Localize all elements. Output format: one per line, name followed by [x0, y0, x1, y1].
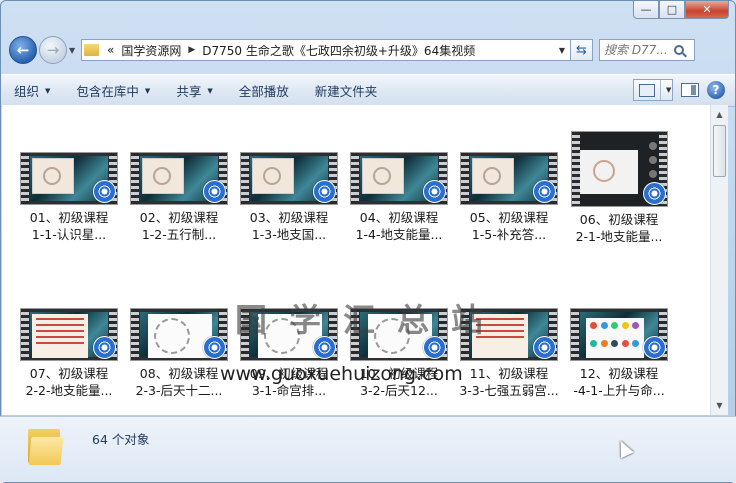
item-count: 64 个对象	[92, 432, 150, 447]
search-box[interactable]	[599, 39, 695, 61]
search-icon[interactable]	[674, 45, 684, 55]
media-player-icon	[203, 180, 226, 203]
address-bar[interactable]: « 国学资源网 ▶ D7750 生命之歌《七政四余初级+升级》64集视频 ▼	[81, 39, 571, 61]
recent-pages-dropdown-icon[interactable]: ▼	[69, 46, 79, 55]
media-player-icon	[643, 336, 666, 359]
file-name: 11、初级课程 3-3-七强五弱宫...	[459, 366, 559, 398]
share-label: 共享	[176, 84, 202, 99]
chevron-right-icon[interactable]: ▶	[188, 45, 195, 55]
maximize-button[interactable]: □	[659, 1, 685, 19]
file-item[interactable]: 12、初级课程 -4-1-上升与命...	[566, 308, 672, 399]
video-thumbnail	[130, 308, 228, 361]
file-name: 07、初级课程 2-2-地支能量...	[25, 366, 113, 398]
file-list: 01、初级课程 1-1-认识星... 02、初级课程 1-2-五行制... 03、初…	[2, 105, 710, 415]
scroll-down-icon[interactable]: ▼	[713, 399, 726, 412]
folder-icon	[84, 44, 99, 56]
chevron-down-icon: ▼	[144, 86, 151, 95]
organize-menu[interactable]: 组织 ▼	[1, 75, 63, 106]
file-item[interactable]: 01、初级课程 1-1-认识星...	[16, 152, 122, 243]
video-thumbnail	[20, 308, 118, 361]
media-player-icon	[93, 336, 116, 359]
file-name: 02、初级课程 1-2-五行制...	[139, 210, 219, 242]
file-item[interactable]: 07、初级课程 2-2-地支能量...	[16, 308, 122, 399]
file-name: 08、初级课程 2-3-后天十二...	[135, 366, 223, 398]
file-item[interactable]: 05、初级课程 1-5-补充答...	[456, 152, 562, 243]
new-folder-button[interactable]: 新建文件夹	[302, 75, 391, 106]
video-thumbnail	[130, 152, 228, 205]
file-name: 12、初级课程 -4-1-上升与命...	[573, 366, 665, 398]
change-view-button[interactable]: ▼	[633, 79, 673, 101]
preview-pane-icon[interactable]	[681, 83, 699, 97]
forward-button[interactable]: →	[39, 36, 67, 64]
scrollbar-thumb[interactable]	[713, 125, 726, 177]
play-all-label: 全部播放	[238, 84, 289, 99]
file-item[interactable]: 03、初级课程 1-3-地支国...	[236, 152, 342, 243]
media-player-icon	[203, 336, 226, 359]
command-bar: 组织 ▼ 包含在库中 ▼ 共享 ▼ 全部播放 新建文件夹 ▼ ?	[1, 74, 735, 107]
minimize-button[interactable]: —	[633, 1, 659, 19]
chevron-down-icon[interactable]: ▼	[660, 80, 671, 100]
file-item[interactable]: 08、初级课程 2-3-后天十二...	[126, 308, 232, 399]
caption-buttons: — □ ✕	[633, 1, 729, 19]
video-thumbnail	[240, 152, 338, 205]
file-item[interactable]: 06、初级课程 2-1-地支能量...	[566, 131, 672, 245]
media-player-icon	[533, 336, 556, 359]
include-in-library-menu[interactable]: 包含在库中 ▼	[63, 75, 163, 106]
media-player-icon	[93, 180, 116, 203]
play-all-button[interactable]: 全部播放	[226, 75, 302, 106]
file-item[interactable]: 02、初级课程 1-2-五行制...	[126, 152, 232, 243]
close-button[interactable]: ✕	[685, 1, 729, 19]
file-name: 01、初级课程 1-1-认识星...	[29, 210, 109, 242]
breadcrumb-overflow[interactable]: «	[107, 43, 114, 57]
file-name: 03、初级课程 1-3-地支国...	[249, 210, 329, 242]
back-button[interactable]: ←	[9, 36, 37, 64]
organize-label: 组织	[14, 84, 40, 99]
chevron-down-icon: ▼	[207, 86, 213, 95]
address-dropdown-icon[interactable]: ▼	[554, 46, 570, 55]
video-thumbnail	[570, 308, 668, 361]
navigation-bar: ← → ▼ « 国学资源网 ▶ D7750 生命之歌《七政四余初级+升级》64集…	[9, 33, 727, 67]
refresh-icon: ⇆	[576, 42, 587, 58]
breadcrumb-root[interactable]: 国学资源网	[121, 42, 181, 59]
scroll-up-icon[interactable]: ▲	[713, 108, 726, 121]
video-thumbnail	[460, 152, 558, 205]
watermark-text: 国学汇总站	[235, 301, 506, 339]
refresh-button[interactable]: ⇆	[571, 39, 593, 61]
video-thumbnail	[570, 131, 668, 207]
media-player-icon	[313, 180, 336, 203]
file-name: 04、初级课程 1-4-地支能量...	[355, 210, 443, 242]
media-player-icon	[533, 180, 556, 203]
file-name: 05、初级课程 1-5-补充答...	[469, 210, 549, 242]
media-player-icon	[423, 180, 446, 203]
file-name: 06、初级课程 2-1-地支能量...	[575, 212, 663, 244]
video-thumbnail	[20, 152, 118, 205]
file-item[interactable]: 04、初级课程 1-4-地支能量...	[346, 152, 452, 243]
help-icon[interactable]: ?	[707, 81, 725, 99]
include-in-library-label: 包含在库中	[76, 84, 139, 99]
search-input[interactable]	[604, 43, 672, 57]
chevron-down-icon: ▼	[45, 86, 51, 95]
view-icon	[639, 83, 655, 97]
new-folder-label: 新建文件夹	[314, 84, 378, 99]
folder-icon	[28, 425, 64, 465]
video-thumbnail	[350, 152, 448, 205]
breadcrumb-current[interactable]: D7750 生命之歌《七政四余初级+升级》64集视频	[202, 42, 475, 59]
vertical-scrollbar[interactable]: ▲ ▼	[710, 105, 728, 415]
watermark-url: www.guoxuehuizong.com	[220, 363, 463, 385]
breadcrumb: « 国学资源网 ▶ D7750 生命之歌《七政四余初级+升级》64集视频	[107, 42, 554, 59]
share-menu[interactable]: 共享 ▼	[163, 75, 225, 106]
media-player-icon	[642, 182, 666, 205]
